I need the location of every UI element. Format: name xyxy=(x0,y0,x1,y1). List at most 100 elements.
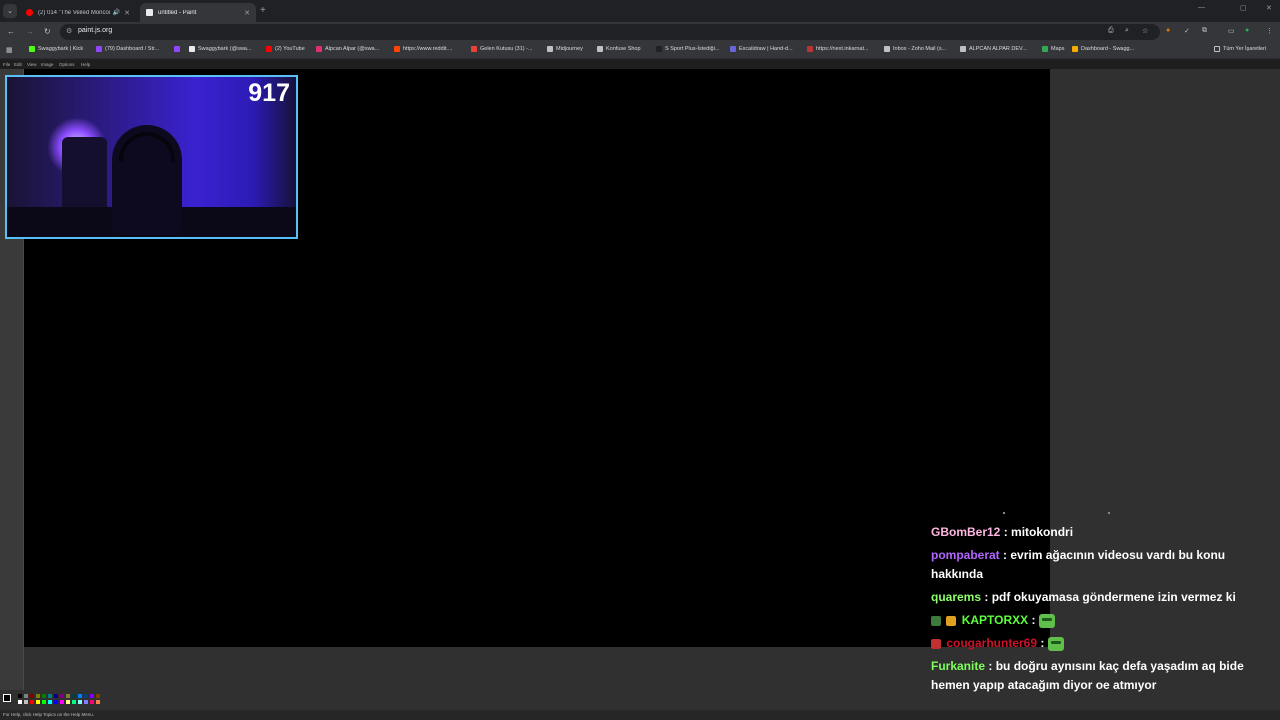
extensions-puzzle-icon[interactable]: ⧉ xyxy=(1202,27,1207,35)
palette-swatch[interactable] xyxy=(78,700,82,704)
bookmark-favicon-icon xyxy=(316,46,322,52)
bookmark-label: Gelen Kutusu (31) -... xyxy=(480,46,533,52)
bookmark-item[interactable]: Inbox - Zoho Mail (s... xyxy=(884,46,946,52)
palette-swatch[interactable] xyxy=(78,694,82,698)
bookmark-favicon-icon xyxy=(884,46,890,52)
zoom-icon[interactable]: ⌕ xyxy=(1125,27,1129,35)
site-info-icon[interactable]: ⚙ xyxy=(66,27,72,35)
subscriber-badge-icon xyxy=(931,638,941,649)
webcam-overlay: 917 xyxy=(5,75,298,239)
back-icon[interactable]: ← xyxy=(7,27,15,36)
menu-help[interactable]: Help xyxy=(81,62,90,67)
bookmark-item[interactable]: Excalidraw | Hand-d... xyxy=(730,46,793,52)
maximize-icon[interactable]: ▢ xyxy=(1240,4,1247,12)
bookmark-item[interactable]: Dashboard - Swagg... xyxy=(1072,46,1134,52)
palette-swatch[interactable] xyxy=(54,700,58,704)
bookmark-item[interactable]: Swaggybark | Kick xyxy=(29,46,83,52)
chat-text: mitokondri xyxy=(1011,525,1074,539)
palette-swatch[interactable] xyxy=(42,694,46,698)
close-tab-icon[interactable]: ✕ xyxy=(244,9,250,17)
chat-overlay: GBomBer12 : mitokondri pompaberat : evri… xyxy=(931,523,1261,699)
menu-options[interactable]: Options xyxy=(59,62,75,67)
viewer-count: 917 xyxy=(248,79,290,107)
palette-swatch[interactable] xyxy=(24,694,28,698)
chat-separator: : xyxy=(1031,613,1039,627)
palette-swatch[interactable] xyxy=(30,700,34,704)
profile-avatar[interactable]: ● xyxy=(1245,27,1249,34)
bookmark-item[interactable]: https://next.inkarnat... xyxy=(807,46,869,52)
speaker-icon[interactable]: 🔊 xyxy=(113,9,120,16)
bookmark-label: Swaggybark | Kick xyxy=(38,46,84,52)
bookmark-item[interactable] xyxy=(174,46,183,52)
extension-icon[interactable]: ✓ xyxy=(1184,27,1190,35)
tab-search-icon[interactable]: ⌄ xyxy=(3,4,17,18)
menu-edit[interactable]: Edit xyxy=(14,62,22,67)
bookmark-label: Alpcan Alpar (@swa... xyxy=(325,46,380,52)
palette-swatch[interactable] xyxy=(54,694,58,698)
palette-swatch[interactable] xyxy=(84,700,88,704)
bookmark-item[interactable]: https://www.reddit.... xyxy=(394,46,453,52)
palette-swatch[interactable] xyxy=(96,694,100,698)
bookmark-item[interactable]: (79) Dashboard / Str... xyxy=(96,46,159,52)
palette-swatch[interactable] xyxy=(30,694,34,698)
url-text[interactable]: paint.js.org xyxy=(78,27,112,34)
menu-kebab-icon[interactable]: ⋮ xyxy=(1266,27,1273,35)
bookmark-item[interactable]: Gelen Kutusu (31) -... xyxy=(471,46,533,52)
browser-tab[interactable]: (2) 014 "The Veiled Moncoi... 🔊 ✕ xyxy=(20,3,136,22)
palette-swatch[interactable] xyxy=(60,700,64,704)
palette-swatch[interactable] xyxy=(96,700,100,704)
new-tab-icon[interactable]: + xyxy=(260,5,266,16)
bookmark-favicon-icon xyxy=(547,46,553,52)
extension-icon[interactable]: ● xyxy=(1166,27,1170,34)
bookmark-item[interactable]: Alpcan Alpar (@swa... xyxy=(316,46,379,52)
palette-swatch[interactable] xyxy=(66,700,70,704)
bookmark-item[interactable]: Midjourney xyxy=(547,46,583,52)
palette-swatch[interactable] xyxy=(72,694,76,698)
palette-swatch[interactable] xyxy=(90,694,94,698)
bookmark-favicon-icon xyxy=(1042,46,1048,52)
sidepanel-icon[interactable]: ▭ xyxy=(1228,27,1235,35)
chat-message: cougarhunter69 : xyxy=(931,634,1261,653)
forward-icon[interactable]: → xyxy=(26,27,34,36)
palette-swatch[interactable] xyxy=(36,694,40,698)
bookmark-item[interactable]: (2) YouTube xyxy=(266,46,305,52)
palette-swatch[interactable] xyxy=(72,700,76,704)
minimize-icon[interactable]: — xyxy=(1198,4,1205,11)
palette-swatch[interactable] xyxy=(24,700,28,704)
bookmark-item[interactable]: Konfuse Shop xyxy=(597,46,641,52)
palette-swatch[interactable] xyxy=(66,694,70,698)
current-color-swatch[interactable] xyxy=(3,694,11,702)
menu-file[interactable]: File xyxy=(3,62,10,67)
palette-swatch[interactable] xyxy=(18,694,22,698)
bookmark-label: S Sport Plus-İstediği... xyxy=(665,46,720,52)
chat-message: quarems : pdf okuyamasa göndermene izin … xyxy=(931,588,1261,607)
apps-grid-icon[interactable]: ▦ xyxy=(6,46,13,54)
palette-swatch[interactable] xyxy=(84,694,88,698)
close-window-icon[interactable]: ✕ xyxy=(1266,4,1272,12)
bookmark-star-icon[interactable]: ☆ xyxy=(1142,27,1148,35)
palette-swatch[interactable] xyxy=(36,700,40,704)
palette-swatch[interactable] xyxy=(42,700,46,704)
bookmark-favicon-icon xyxy=(960,46,966,52)
palette-swatch[interactable] xyxy=(90,700,94,704)
palette-swatch[interactable] xyxy=(48,694,52,698)
bookmark-item[interactable]: S Sport Plus-İstediği... xyxy=(656,46,719,52)
palette-swatch[interactable] xyxy=(48,700,52,704)
all-bookmarks-folder[interactable]: Tüm Yer İşaretleri xyxy=(1214,46,1266,52)
bookmark-label: (79) Dashboard / Str... xyxy=(105,46,160,52)
bookmark-item[interactable]: Maps xyxy=(1042,46,1064,52)
browser-tab-active[interactable]: untitled - Paint ✕ xyxy=(140,3,256,22)
palette-swatch[interactable] xyxy=(18,700,22,704)
reload-icon[interactable]: ↻ xyxy=(44,27,51,36)
chat-text: pdf okuyamasa göndermene izin vermez ki xyxy=(991,590,1236,604)
bookmark-favicon-icon xyxy=(1072,46,1078,52)
paint-workspace-bottom xyxy=(24,647,1050,690)
bookmark-item[interactable]: Swaggybark (@swa... xyxy=(189,46,252,52)
menu-view[interactable]: View xyxy=(27,62,37,67)
menu-image[interactable]: Image xyxy=(41,62,54,67)
address-bar[interactable] xyxy=(60,24,1160,40)
bookmark-item[interactable]: ALPCAN ALPAR DEV... xyxy=(960,46,1027,52)
palette-swatch[interactable] xyxy=(60,694,64,698)
install-icon[interactable]: ⎙ xyxy=(1108,27,1114,35)
close-tab-icon[interactable]: ✕ xyxy=(124,9,130,17)
